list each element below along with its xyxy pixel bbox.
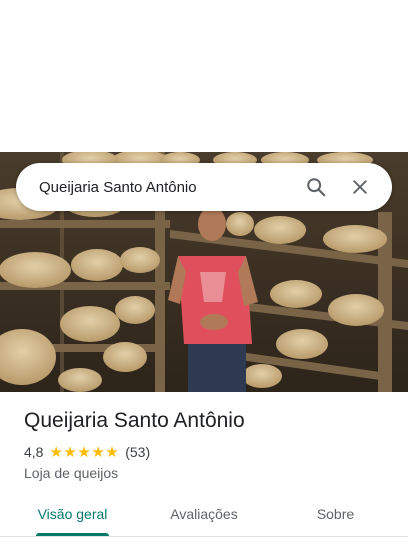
star-icon: ★ [63,443,77,461]
tab-label: Visão geral [37,506,108,522]
search-input[interactable] [39,178,290,196]
close-icon [353,180,367,194]
star-icon: ★ [91,443,105,461]
rating-row[interactable]: 4,8 ★ ★ ★ ★ ★ (53) [24,444,150,460]
search-icon [307,178,326,197]
rating-value: 4,8 [24,444,44,460]
review-count[interactable]: (53) [125,444,150,460]
star-icon: ★ [49,443,63,461]
search-bar[interactable] [16,163,392,211]
tab-about[interactable]: Sobre [263,492,408,536]
place-category[interactable]: Loja de queijos [24,465,118,481]
tab-overview[interactable]: Visão geral [0,492,145,536]
place-title: Queijaria Santo Antônio [24,409,245,432]
tab-label: Avaliações [170,506,238,522]
place-tabs: Visão geral Avaliações Sobre [0,492,408,536]
rating-stars: ★ ★ ★ ★ ★ [49,445,119,460]
clear-search-button[interactable] [342,169,378,205]
tab-reviews[interactable]: Avaliações [145,492,263,536]
tabs-divider [0,536,408,537]
tab-label: Sobre [316,506,355,522]
star-icon: ★ [77,443,91,461]
search-button[interactable] [298,169,334,205]
star-icon: ★ [105,443,119,461]
